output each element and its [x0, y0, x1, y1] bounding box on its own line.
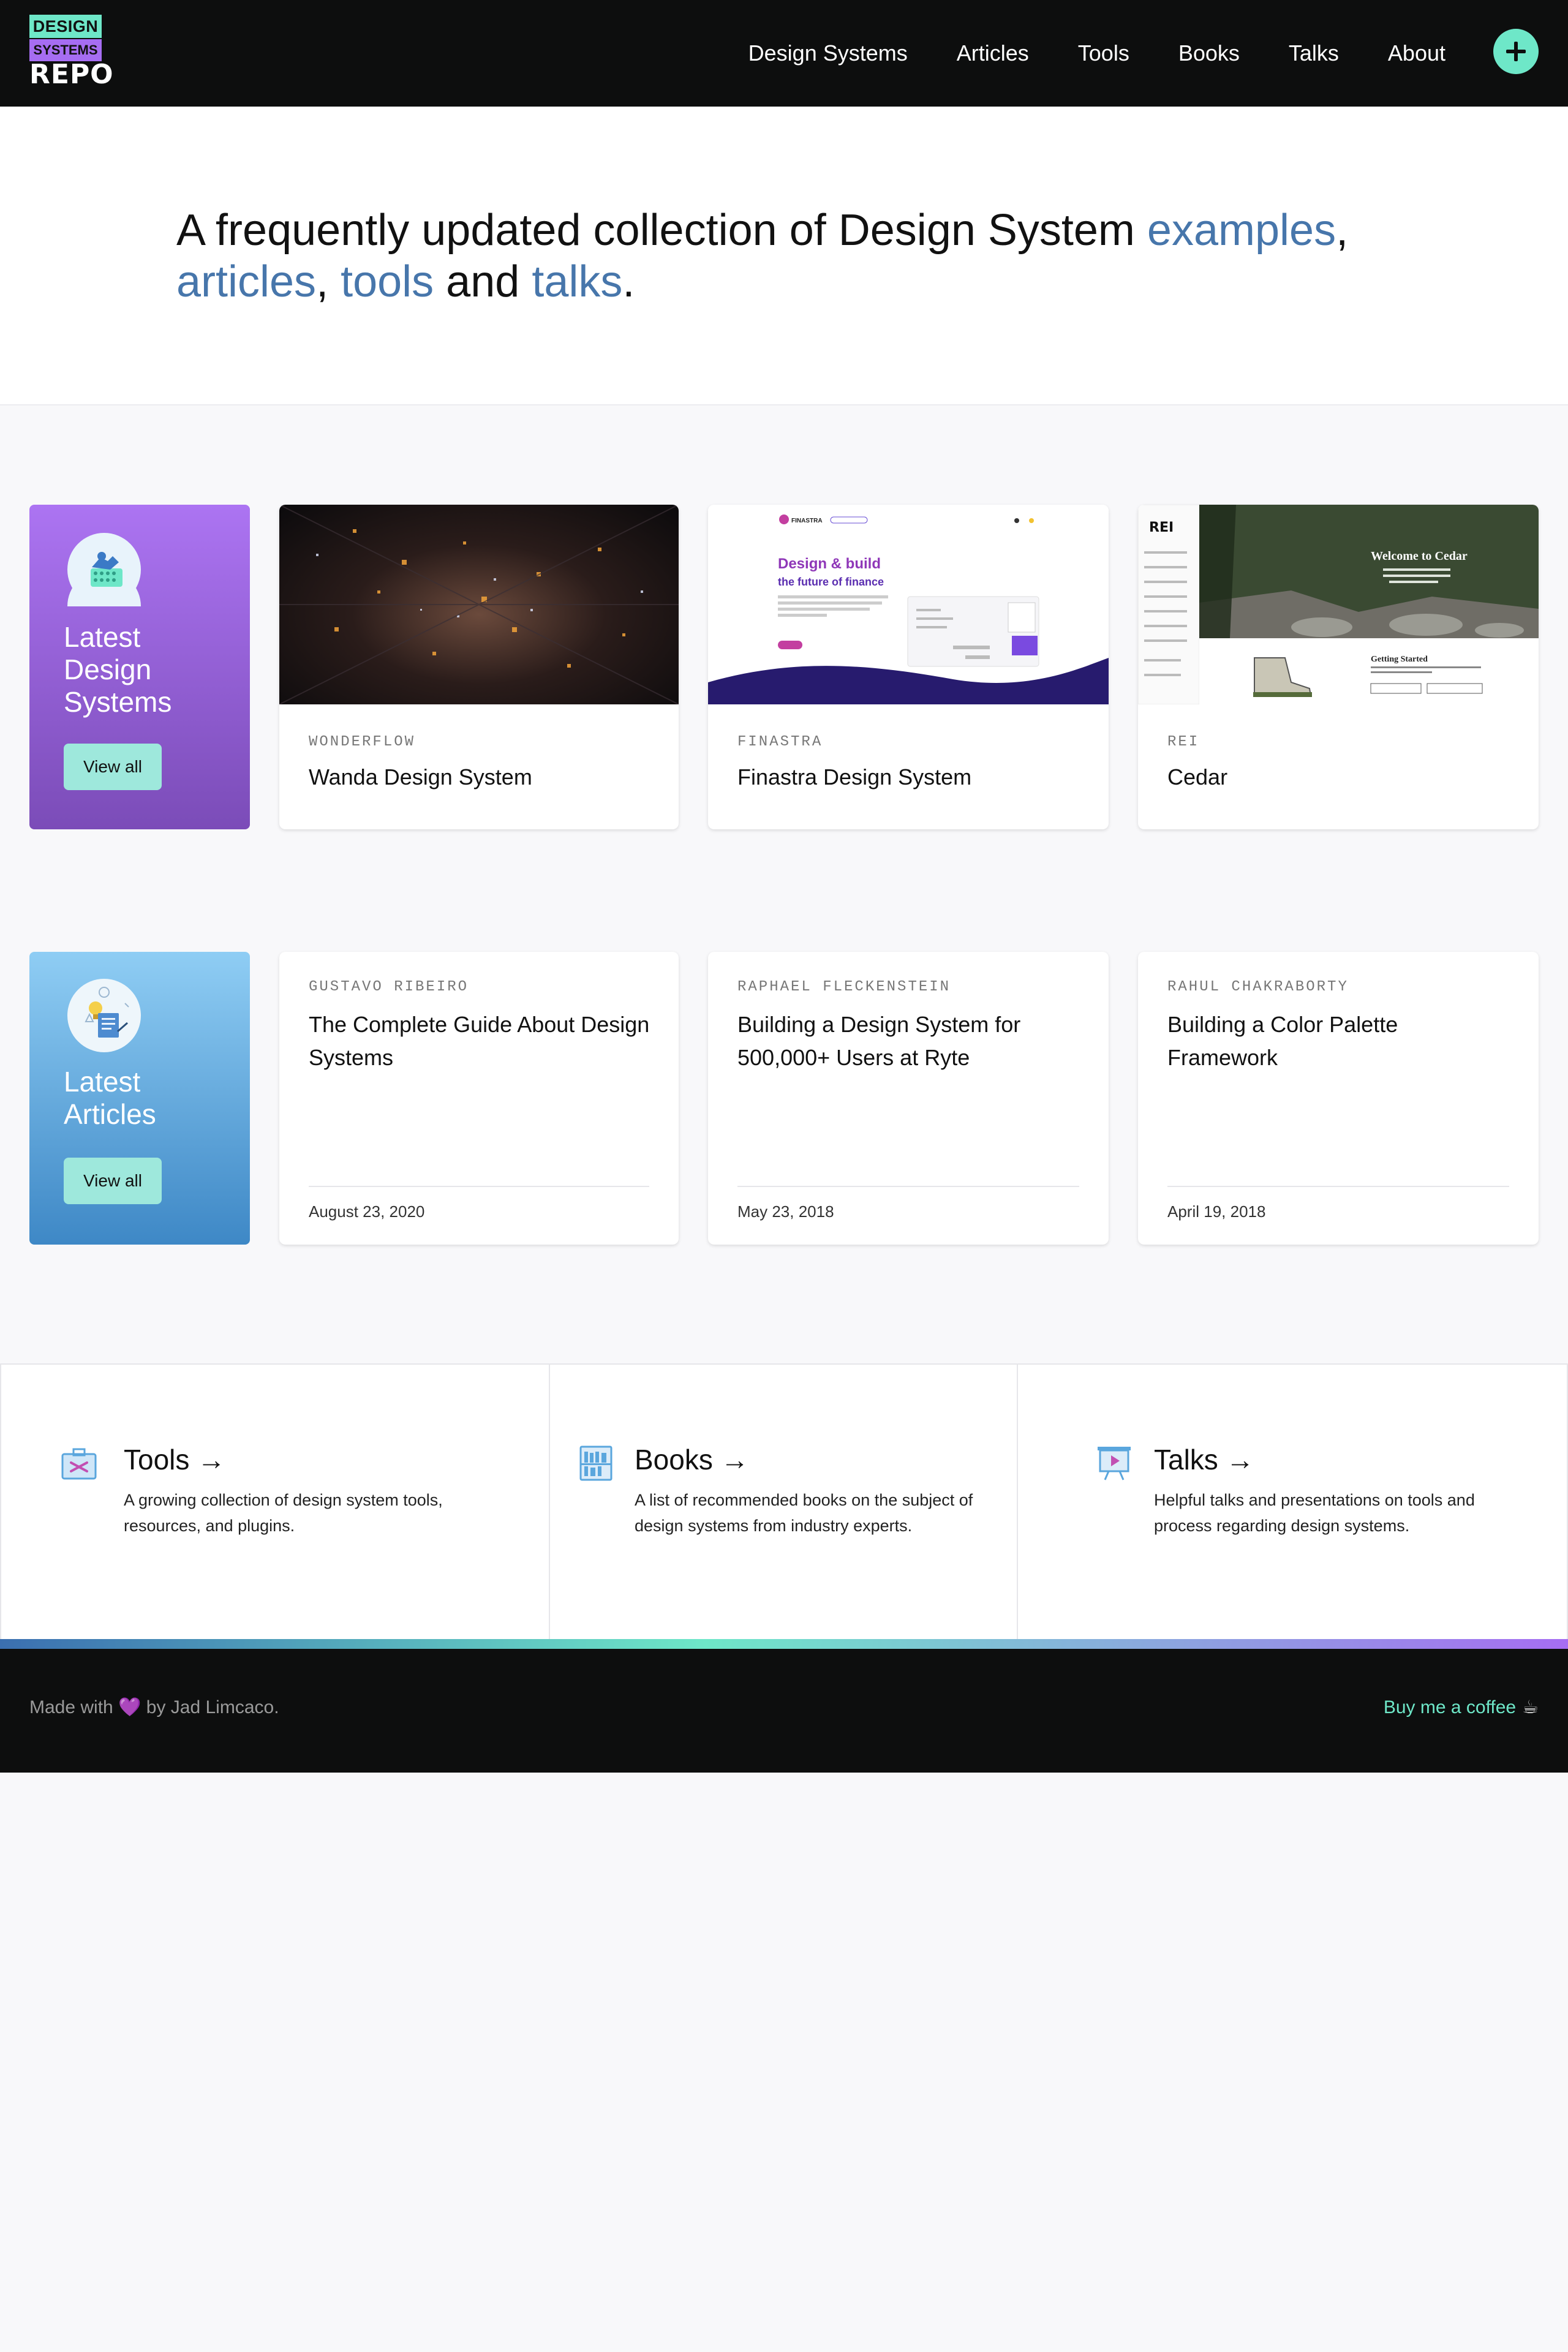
svg-text:the future of finance: the future of finance	[778, 576, 884, 588]
card-divider	[737, 1186, 1079, 1187]
card-company: REI	[1167, 734, 1200, 750]
card-company: WONDERFLOW	[309, 734, 416, 750]
plus-icon	[1506, 42, 1526, 61]
hero-text-sep: ,	[1336, 206, 1349, 255]
hero-link-tools[interactable]: tools	[341, 257, 434, 306]
resource-links-section: Tools → A growing collection of design s…	[0, 1363, 1568, 1643]
latest-design-systems-promo: Latest Design Systems View all	[29, 505, 250, 829]
design-system-card-finastra[interactable]: FINASTRA Design & build the future of fi…	[708, 505, 1109, 829]
hero-link-examples[interactable]: examples	[1147, 206, 1336, 255]
books-link-block[interactable]: Books → A list of recommended books on t…	[550, 1365, 1018, 1643]
promo-title: Latest Articles	[64, 1066, 156, 1130]
wanda-thumbnail	[279, 505, 679, 704]
logo-line-systems: SYSTEMS	[29, 39, 102, 61]
article-title: The Complete Guide About Design Systems	[309, 1012, 650, 1070]
cedar-thumbnail: REI Welcome to Cedar Getting Started	[1138, 505, 1539, 704]
talks-link-description: Helpful talks and presentations on tools…	[1154, 1491, 1475, 1535]
svg-text:Design & build: Design & build	[778, 556, 881, 572]
svg-text:FINASTRA: FINASTRA	[791, 518, 823, 524]
finastra-thumbnail: FINASTRA Design & build the future of fi…	[708, 505, 1109, 704]
latest-articles-promo: Latest Articles View all	[29, 952, 250, 1245]
bookshelf-icon	[579, 1446, 612, 1481]
hero-link-talks[interactable]: talks	[532, 257, 622, 306]
hero-text-sep: ,	[316, 257, 341, 306]
hero-text: A frequently updated collection of Desig…	[176, 206, 1147, 255]
card-divider	[1167, 1186, 1509, 1187]
logo-line-design: DESIGN	[29, 15, 102, 38]
hero-heading: A frequently updated collection of Desig…	[176, 205, 1401, 307]
presentation-icon	[1098, 1447, 1131, 1480]
article-card[interactable]: GUSTAVO RIBEIRO The Complete Guide About…	[279, 952, 679, 1245]
article-card[interactable]: RAPHAEL FLECKENSTEIN Building a Design S…	[708, 952, 1109, 1245]
talks-link-block[interactable]: Talks → Helpful talks and presentations …	[1018, 1365, 1568, 1643]
coffee-cup-icon: ☕	[1522, 1697, 1539, 1717]
wanda-abstract-image	[279, 505, 679, 704]
nav-about[interactable]: About	[1388, 40, 1446, 66]
article-author: GUSTAVO RIBEIRO	[309, 979, 469, 995]
svg-text:Getting Started: Getting Started	[1371, 655, 1428, 664]
article-date: April 19, 2018	[1167, 1202, 1266, 1221]
logo-line-repo: REPO	[29, 59, 114, 90]
article-date: May 23, 2018	[737, 1202, 834, 1221]
footer-credit: Made with 💜 by Jad Limcaco.	[29, 1697, 279, 1718]
footer-gradient-divider	[0, 1639, 1568, 1649]
promo-title: Latest Design Systems	[64, 621, 172, 718]
tools-link-title[interactable]: Tools →	[124, 1443, 225, 1476]
footer-credit-text: Made with	[29, 1697, 119, 1717]
view-all-articles-button[interactable]: View all	[64, 1158, 162, 1204]
footer-credit-author[interactable]: by Jad Limcaco.	[141, 1697, 279, 1717]
design-system-card-cedar[interactable]: REI Welcome to Cedar Getting Started REI…	[1138, 505, 1539, 829]
hero-text-sep: and	[434, 257, 532, 306]
toolbox-icon	[61, 1448, 97, 1480]
site-header: DESIGN SYSTEMS REPO Design Systems Artic…	[0, 0, 1568, 107]
design-systems-illustration-icon	[67, 533, 141, 606]
card-title: Cedar	[1167, 764, 1228, 790]
hero-link-articles[interactable]: articles	[176, 257, 316, 306]
books-link-title[interactable]: Books →	[635, 1443, 749, 1476]
nav-talks[interactable]: Talks	[1289, 40, 1339, 66]
site-logo[interactable]: DESIGN SYSTEMS REPO	[29, 15, 114, 90]
buy-coffee-link[interactable]: Buy me a coffee ☕	[1384, 1697, 1539, 1718]
nav-articles[interactable]: Articles	[957, 40, 1029, 66]
tools-link-description: A growing collection of design system to…	[124, 1491, 443, 1535]
cedar-screenshot: REI Welcome to Cedar Getting Started	[1138, 505, 1539, 704]
svg-text:REI: REI	[1149, 520, 1174, 535]
site-footer: Made with 💜 by Jad Limcaco. Buy me a cof…	[0, 1649, 1568, 1773]
card-company: FINASTRA	[737, 734, 823, 750]
nav-design-systems[interactable]: Design Systems	[748, 40, 908, 66]
buy-coffee-label[interactable]: Buy me a coffee	[1384, 1697, 1516, 1717]
card-title: Finastra Design System	[737, 764, 972, 790]
article-author: RAHUL CHAKRABORTY	[1167, 979, 1349, 995]
article-author: RAPHAEL FLECKENSTEIN	[737, 979, 951, 995]
svg-text:Welcome to Cedar: Welcome to Cedar	[1371, 549, 1468, 563]
finastra-screenshot: FINASTRA Design & build the future of fi…	[708, 505, 1109, 704]
nav-tools[interactable]: Tools	[1078, 40, 1129, 66]
submit-button[interactable]	[1493, 29, 1539, 74]
article-title: Building a Color Palette Framework	[1167, 1012, 1398, 1070]
card-title: Wanda Design System	[309, 764, 532, 790]
view-all-design-systems-button[interactable]: View all	[64, 744, 162, 790]
articles-illustration-icon	[67, 979, 141, 1052]
article-date: August 23, 2020	[309, 1202, 425, 1221]
hero-text-end: .	[622, 257, 635, 306]
nav-books[interactable]: Books	[1178, 40, 1240, 66]
card-divider	[309, 1186, 649, 1187]
hero-section: A frequently updated collection of Desig…	[0, 107, 1568, 405]
main-nav: Design Systems Articles Tools Books Talk…	[748, 0, 1446, 107]
heart-icon: 💜	[118, 1697, 141, 1717]
article-title: Building a Design System for 500,000+ Us…	[737, 1012, 1021, 1070]
books-link-description: A list of recommended books on the subje…	[635, 1491, 973, 1535]
design-system-card-wanda[interactable]: WONDERFLOW Wanda Design System	[279, 505, 679, 829]
article-card[interactable]: RAHUL CHAKRABORTY Building a Color Palet…	[1138, 952, 1539, 1245]
talks-link-title[interactable]: Talks →	[1154, 1443, 1254, 1476]
tools-link-block[interactable]: Tools → A growing collection of design s…	[0, 1365, 550, 1643]
